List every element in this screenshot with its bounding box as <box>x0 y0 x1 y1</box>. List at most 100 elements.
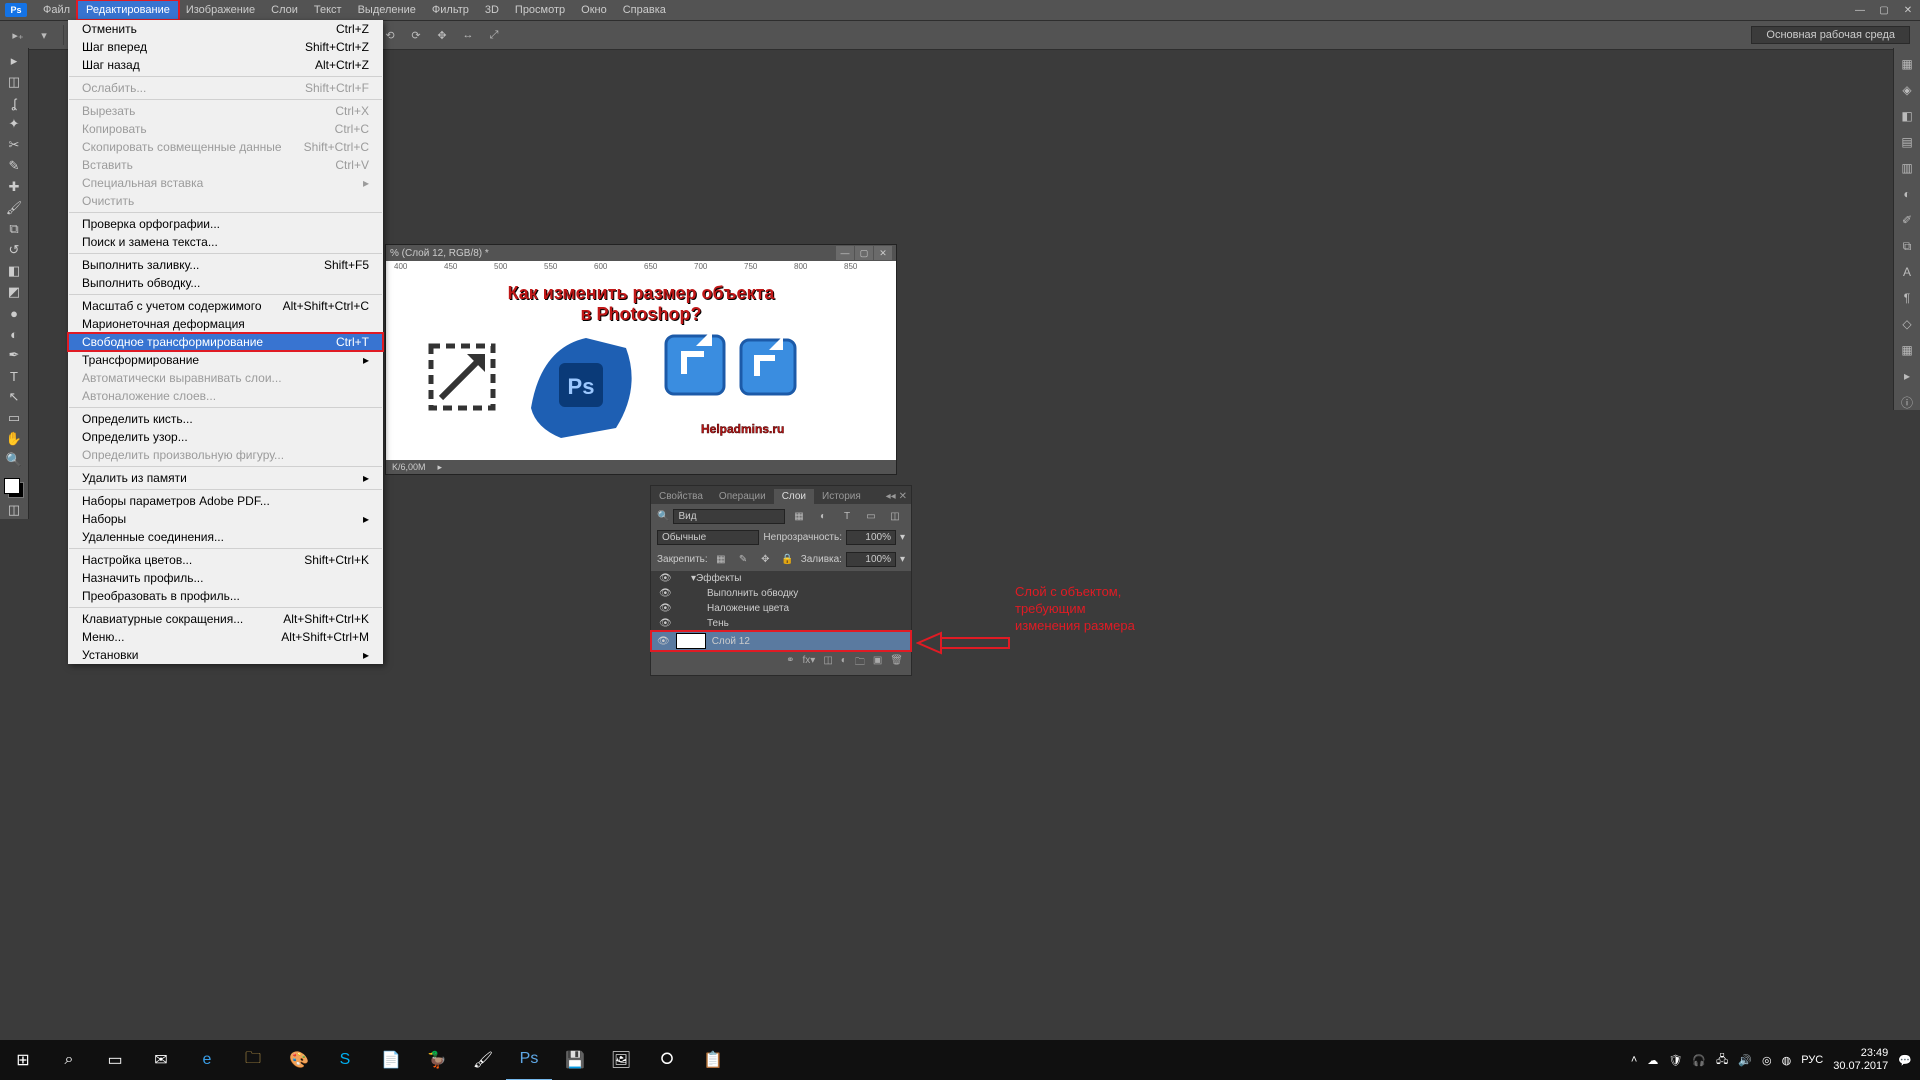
taskview-button[interactable]: ▭ <box>92 1040 138 1080</box>
images-app-icon[interactable]: 🖼 <box>598 1040 644 1080</box>
panel-close-icon[interactable]: ✕ <box>899 491 907 502</box>
roll-icon[interactable]: ⟳ <box>406 25 426 45</box>
menuitem[interactable]: Настройка цветов...Shift+Ctrl+K <box>68 551 383 569</box>
menuitem[interactable]: Трансформирование▸ <box>68 351 383 369</box>
tray-cloud-icon[interactable]: ☁ <box>1647 1054 1658 1067</box>
pen-tool-icon[interactable]: ✒ <box>3 346 25 364</box>
notepadpp-app-icon[interactable]: 📄 <box>368 1040 414 1080</box>
hand-tool-icon[interactable]: ✋ <box>3 430 25 448</box>
menuitem[interactable]: Шаг впередShift+Ctrl+Z <box>68 38 383 56</box>
preset-dropdown-icon[interactable]: ▾ <box>34 25 54 45</box>
doc-maximize-button[interactable]: ▢ <box>855 246 873 260</box>
menuitem[interactable]: Выполнить обводку... <box>68 274 383 292</box>
doc-close-button[interactable]: ✕ <box>874 246 892 260</box>
panel-tab[interactable]: История <box>814 489 869 504</box>
menuitem[interactable]: ОтменитьCtrl+Z <box>68 20 383 38</box>
menuitem[interactable]: Определить кисть... <box>68 410 383 428</box>
layer-row-selected[interactable]: 👁 Слой 12 <box>651 631 911 651</box>
menu-окно[interactable]: Окно <box>573 1 615 19</box>
panel-collapse-icon[interactable]: ◂◂ <box>886 491 896 502</box>
menuitem[interactable]: Меню...Alt+Shift+Ctrl+M <box>68 628 383 646</box>
duck-app-icon[interactable]: 🦆 <box>414 1040 460 1080</box>
brushes-panel-icon[interactable]: ✐ <box>1898 212 1916 228</box>
menuitem[interactable]: Масштаб с учетом содержимогоAlt+Shift+Ct… <box>68 297 383 315</box>
opacity-field[interactable]: 100% <box>846 530 896 545</box>
link-layers-icon[interactable]: ⚭ <box>786 655 794 672</box>
menu-изображение[interactable]: Изображение <box>178 1 263 19</box>
styles-panel-icon[interactable]: ▥ <box>1898 160 1916 176</box>
visibility-icon[interactable]: 👁 <box>657 636 670 647</box>
mail-app-icon[interactable]: ✉ <box>138 1040 184 1080</box>
wand-tool-icon[interactable]: ✦ <box>3 115 25 133</box>
lock-transparency-icon[interactable]: ▦ <box>712 549 730 569</box>
opacity-stepper-icon[interactable]: ▾ <box>900 532 905 543</box>
pan-icon[interactable]: ✥ <box>432 25 452 45</box>
clone-panel-icon[interactable]: ⧉ <box>1898 238 1916 254</box>
mask-icon[interactable]: ◫ <box>823 655 832 672</box>
stamp-tool-icon[interactable]: ⧉ <box>3 220 25 238</box>
fill-field[interactable]: 100% <box>846 552 896 567</box>
menu-выделение[interactable]: Выделение <box>350 1 424 19</box>
tray-app1-icon[interactable]: ◎ <box>1762 1054 1772 1067</box>
panel-tab[interactable]: Операции <box>711 489 774 504</box>
new-layer-icon[interactable]: ▣ <box>873 655 882 672</box>
crop-tool-icon[interactable]: ✂ <box>3 136 25 154</box>
menuitem[interactable]: Наборы▸ <box>68 510 383 528</box>
navigator-panel-icon[interactable]: ◈ <box>1898 82 1916 98</box>
paragraph-panel-icon[interactable]: ¶ <box>1898 290 1916 306</box>
dodge-tool-icon[interactable]: ◐ <box>3 325 25 343</box>
panel-tab[interactable]: Свойства <box>651 489 711 504</box>
minimize-button[interactable]: — <box>1848 1 1872 19</box>
eyedropper-tool-icon[interactable]: ✎ <box>3 157 25 175</box>
blend-mode-dropdown[interactable]: Обычные <box>657 530 759 545</box>
yandex-app-icon[interactable]: ⭘ <box>644 1040 690 1080</box>
fill-stepper-icon[interactable]: ▾ <box>900 554 905 565</box>
doc-minimize-button[interactable]: — <box>836 246 854 260</box>
lasso-tool-icon[interactable]: ʆ <box>3 94 25 112</box>
delete-layer-icon[interactable]: 🗑 <box>890 655 903 672</box>
effect-item[interactable]: 👁Тень <box>651 616 911 631</box>
character-panel-icon[interactable]: A <box>1898 264 1916 280</box>
history-brush-tool-icon[interactable]: ↺ <box>3 241 25 259</box>
move-tool-icon[interactable]: ▸ <box>3 52 25 70</box>
effect-item[interactable]: 👁Наложение цвета <box>651 601 911 616</box>
menuitem[interactable]: Назначить профиль... <box>68 569 383 587</box>
tray-shield-icon[interactable]: 🛡 <box>1668 1054 1682 1067</box>
search-button[interactable]: ⌕ <box>46 1040 92 1080</box>
menu-3d[interactable]: 3D <box>477 1 507 19</box>
document-titlebar[interactable]: % (Слой 12, RGB/8) * — ▢ ✕ <box>386 245 896 261</box>
slide-icon[interactable]: ↔ <box>458 25 478 45</box>
effects-group[interactable]: 👁▾ Эффекты <box>651 571 911 586</box>
menu-текст[interactable]: Текст <box>306 1 350 19</box>
adjustments-panel-icon[interactable]: ◐ <box>1898 186 1916 202</box>
menuitem[interactable]: Клавиатурные сокращения...Alt+Shift+Ctrl… <box>68 610 383 628</box>
tray-chevron-icon[interactable]: ˄ <box>1631 1054 1637 1066</box>
menuitem[interactable]: Удалить из памяти▸ <box>68 469 383 487</box>
lock-position-icon[interactable]: ✥ <box>756 549 774 569</box>
canvas[interactable]: Как изменить размер объекта в Photoshop?… <box>386 275 896 460</box>
brush-tool-icon[interactable]: 🖌 <box>3 199 25 217</box>
healing-tool-icon[interactable]: ✚ <box>3 178 25 196</box>
menu-фильтр[interactable]: Фильтр <box>424 1 477 19</box>
tray-volume-icon[interactable]: 🔊 <box>1738 1054 1752 1067</box>
filter-adjust-icon[interactable]: ◐ <box>813 506 833 526</box>
menuitem[interactable]: Установки▸ <box>68 646 383 664</box>
menuitem[interactable]: Шаг назадAlt+Ctrl+Z <box>68 56 383 74</box>
menu-просмотр[interactable]: Просмотр <box>507 1 573 19</box>
menuitem[interactable]: Свободное трансформированиеCtrl+T <box>68 333 383 351</box>
panel-tab[interactable]: Слои <box>774 489 814 504</box>
tray-lang[interactable]: РУС <box>1801 1054 1823 1066</box>
channels-panel-icon[interactable]: ▦ <box>1898 342 1916 358</box>
explorer-app-icon[interactable]: 🗀 <box>230 1040 276 1080</box>
actions-panel-icon[interactable]: ▸ <box>1898 368 1916 384</box>
marquee-tool-icon[interactable]: ◫ <box>3 73 25 91</box>
tray-notifications-icon[interactable]: 💬 <box>1898 1054 1912 1067</box>
histogram-panel-icon[interactable]: ▦ <box>1898 56 1916 72</box>
close-button[interactable]: ✕ <box>1896 1 1920 19</box>
photoshop-app-icon[interactable]: Ps <box>506 1039 552 1080</box>
palette-app-icon[interactable]: 🖌 <box>460 1040 506 1080</box>
color-swatch[interactable] <box>4 478 24 498</box>
effect-item[interactable]: 👁Выполнить обводку <box>651 586 911 601</box>
path-tool-icon[interactable]: ↖ <box>3 388 25 406</box>
zoom-tool-icon[interactable]: 🔍 <box>3 451 25 469</box>
